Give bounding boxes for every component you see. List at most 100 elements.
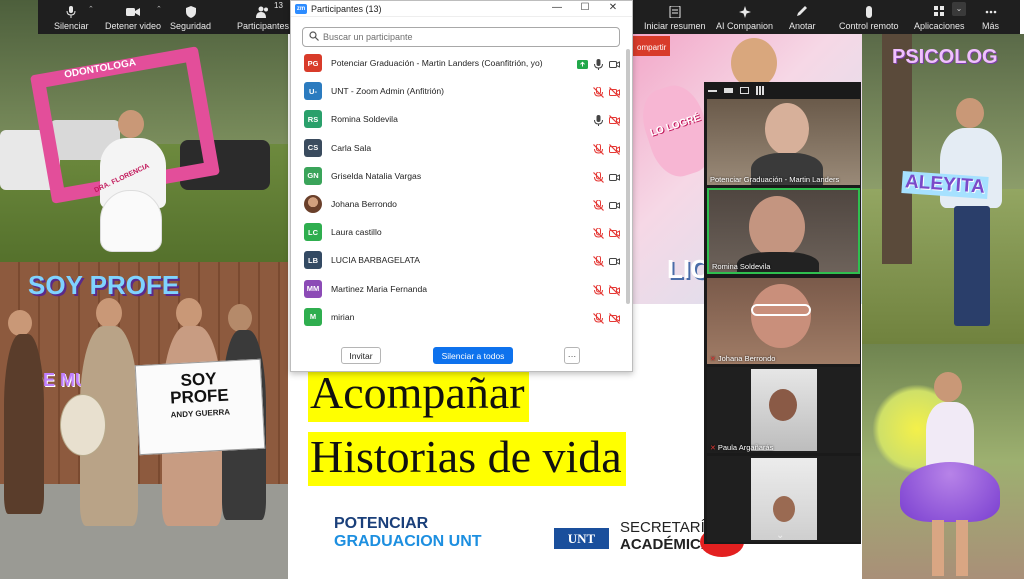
video-camera-icon[interactable] [609,170,620,188]
participant-status-icons [593,254,620,272]
video-tile[interactable]: ✕ Johana Berrondo [707,278,860,364]
participant-list-scrollbar[interactable] [626,49,630,304]
muted-microphone-icon[interactable] [593,226,604,244]
shield-icon [184,6,198,18]
more-icon [984,6,998,18]
maximize-icon[interactable]: ☐ [578,2,592,13]
participant-status-icons [593,311,620,329]
video-camera-icon[interactable] [609,57,620,75]
close-icon[interactable]: ✕ [606,2,620,13]
participant-row[interactable]: CS Carla Sala [304,138,626,158]
stop-video-button[interactable]: Detener video [105,0,161,34]
annotate-button[interactable]: Anotar [789,0,816,34]
participant-row[interactable]: MM Martinez Maria Fernanda [304,279,626,299]
mute-all-button[interactable]: Silenciar a todos [433,347,513,364]
photo-tutu-graduate [862,344,1024,579]
chevron-down-icon[interactable]: ⌄ [776,530,784,541]
summary-icon [668,6,682,18]
muted-microphone-icon[interactable] [593,311,604,329]
ai-companion-button[interactable]: AI Companion [716,0,773,34]
minimize-icon[interactable]: — [550,2,564,13]
grid-view-icon[interactable] [756,86,765,95]
psicolog-sign: PSICOLOG [892,46,998,68]
video-camera-icon[interactable] [609,254,620,272]
participant-row[interactable]: GN Griselda Natalia Vargas [304,166,626,186]
participant-name: Potenciar Graduación - Martin Landers (C… [331,58,543,68]
more-options-button[interactable]: ··· [564,347,580,364]
muted-mic-icon: ✕ [710,355,716,363]
video-off-icon[interactable] [609,85,620,103]
participant-status-icons [593,113,620,131]
participant-row[interactable]: PG Potenciar Graduación - Martin Landers … [304,53,626,73]
remote-control-button[interactable]: Control remoto [839,0,899,34]
minimize-gallery-icon[interactable] [708,89,717,92]
photo-music-teachers: SOY PROFE DE MUSIC SOY PROFE ANDY GUERRA [0,262,288,579]
video-camera-icon[interactable] [609,198,620,216]
video-off-icon[interactable] [609,311,620,329]
participants-title: Participantes (13) [311,3,382,14]
video-off-icon[interactable] [609,142,620,160]
invite-button[interactable]: Invitar [341,347,381,364]
participant-search-box[interactable] [302,27,620,47]
participant-avatar: PG [304,54,322,72]
brand-line-2: GRADUACION UNT [334,533,482,551]
microphone-icon[interactable] [593,57,604,75]
participant-row[interactable]: Mmirian [304,307,626,327]
video-tile-name: Romina Soldevila [712,262,771,271]
more-label: Más [982,21,1000,31]
muted-microphone-icon[interactable] [593,85,604,103]
microphone-icon[interactable] [593,113,604,131]
chevron-up-icon[interactable]: ⌃ [88,5,94,13]
video-off-icon[interactable] [609,283,620,301]
video-off-icon[interactable] [609,226,620,244]
participant-name: Martinez Maria Fernanda [331,283,428,294]
chevron-up-icon[interactable]: ⌃ [156,5,162,13]
participant-row[interactable]: U- UNT - Zoom Admin (Anfitrión) [304,81,626,101]
participant-name: Griselda Natalia Vargas [331,170,422,181]
participant-row[interactable]: LB LUCIA BARBAGELATA [304,250,626,270]
apps-label: Aplicaciones [914,21,965,31]
participant-name: UNT - Zoom Admin (Anfitrión) [331,86,445,97]
slide-title-line2: Historias de vida [308,432,626,486]
participant-row[interactable]: RS Romina Soldevila [304,109,626,129]
participant-name: mirian [331,311,355,322]
apps-chevron-icon[interactable]: ⌄ [952,2,966,16]
video-tile[interactable]: ✕ Paula Argañarás [707,367,860,453]
mute-button[interactable]: Silenciar [54,0,89,34]
muted-microphone-icon[interactable] [593,254,604,272]
participant-count-badge: 13 [274,1,283,10]
potenciar-brand: POTENCIAR GRADUACION UNT [334,515,482,552]
participant-status-icons [593,198,620,216]
participant-name: LUCIA BARBAGELATA [331,255,420,266]
video-off-icon[interactable] [609,113,620,131]
participant-search-input[interactable] [323,32,613,42]
video-tile-name: Johana Berrondo [717,354,776,363]
video-tile[interactable]: Potenciar Graduación - Martin Landers [707,99,860,185]
remote-control-label: Control remoto [839,21,899,31]
video-camera-icon [126,6,141,18]
participant-avatar: LB [304,251,322,270]
start-summary-button[interactable]: Iniciar resumen [644,0,706,34]
participant-row[interactable]: Johana Berrondo [304,194,626,214]
secretaria-line-1: SECRETARÍA [620,519,715,536]
muted-microphone-icon[interactable] [593,142,604,160]
participant-status-icons [577,57,620,75]
single-view-icon[interactable] [724,88,733,93]
video-tile-name: Potenciar Graduación - Martin Landers [710,175,840,184]
mute-label: Silenciar [54,21,89,31]
video-tile[interactable]: Romina Soldevila [707,188,860,274]
ai-companion-label: AI Companion [716,21,774,31]
participant-row[interactable]: LC Laura castillo [304,222,626,242]
more-button[interactable]: Más [982,0,999,34]
participant-avatar: M [304,307,322,326]
strip-view-icon[interactable] [740,87,749,94]
security-button[interactable]: Seguridad [170,0,211,34]
annotate-label: Anotar [789,21,816,31]
zoom-logo-icon: zm [295,3,307,14]
participants-window: zm Participantes (13) — ☐ ✕ PG Potenciar … [290,0,633,372]
photo-psychologist-graduate: PSICOLOG ALEYITA [862,34,1024,344]
muted-microphone-icon[interactable] [593,198,604,216]
brand-line-1: POTENCIAR [334,515,429,532]
muted-microphone-icon[interactable] [593,170,604,188]
muted-microphone-icon[interactable] [593,283,604,301]
